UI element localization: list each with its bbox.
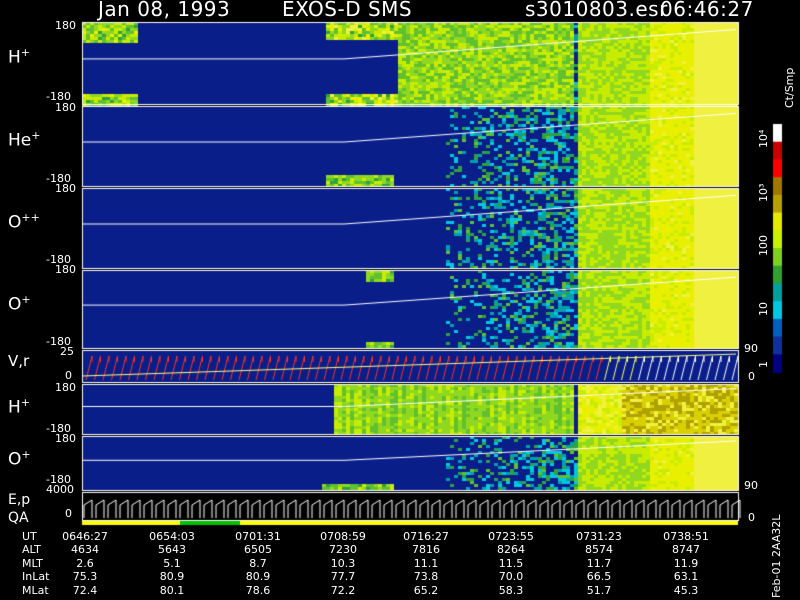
- table-cell: 8264: [497, 543, 525, 557]
- table-cell: 11.1: [413, 556, 439, 570]
- tick-ep-bottom: 0: [65, 507, 72, 520]
- table-cell: 0723:55: [488, 530, 534, 543]
- header-date: Jan 08, 1993: [98, 0, 231, 21]
- table-row: MLT 2.6 5.1 8.7 10.3 11.1 11.5 11.7 11.9: [0, 557, 760, 570]
- row-label: UT: [22, 530, 37, 543]
- table-cell: 70.0: [498, 570, 524, 584]
- table-cell: 51.7: [586, 583, 612, 597]
- table-cell: 0716:27: [403, 530, 449, 543]
- tick-heplus-top: 180: [55, 101, 76, 114]
- table-cell: 8.7: [249, 556, 267, 570]
- rtick-vr-top: 90: [744, 342, 758, 355]
- panel-label-oplus2: O+: [8, 448, 31, 470]
- table-cell: 58.3: [498, 583, 524, 597]
- rtick-vr-bottom: 0: [748, 370, 755, 383]
- tick-vr-bottom: 0: [65, 369, 72, 382]
- panel-label-vr: V,r: [8, 352, 30, 370]
- table-row: InLat 75.3 80.9 80.9 77.7 73.8 70.0 66.5 63.1: [0, 570, 760, 583]
- table-cell: 72.2: [330, 583, 356, 597]
- tick-vr-top: 25: [60, 345, 74, 358]
- table-cell: 80.1: [159, 583, 185, 597]
- table-cell: 8747: [672, 543, 700, 557]
- panel-label-oplus: O+: [8, 293, 31, 315]
- table-cell: 0701:31: [235, 530, 281, 543]
- colorbar-tick-1e4: 10⁴: [757, 129, 770, 148]
- panel-label-hplus: H+: [8, 46, 31, 68]
- tick-oplus-top: 180: [55, 263, 76, 276]
- table-cell: 7816: [412, 543, 440, 557]
- table-cell: 80.9: [159, 570, 185, 584]
- table-cell: 72.4: [72, 583, 98, 597]
- table-cell: 2.6: [76, 556, 94, 570]
- table-row: ALT 4634 5643 6505 7230 7816 8264 8574 8747: [0, 543, 760, 556]
- row-label: MLat: [22, 583, 49, 597]
- table-cell: 8574: [585, 543, 613, 557]
- table-cell: 63.1: [673, 570, 699, 584]
- table-cell: 10.3: [330, 556, 356, 570]
- colorbar-tick-10: 10: [757, 302, 770, 316]
- table-cell: 75.3: [72, 570, 98, 584]
- header-file: s3010803.esr: [525, 0, 668, 21]
- table-cell: 0708:59: [320, 530, 366, 543]
- table-row: MLat 72.4 80.1 78.6 72.2 65.2 58.3 51.7 45.3: [0, 584, 760, 597]
- colorbar-unit: Ct/Smp: [783, 67, 796, 108]
- row-label: InLat: [22, 570, 50, 584]
- table-cell: 77.7: [330, 570, 356, 584]
- spectrogram-canvas: [0, 0, 800, 600]
- colorbar-tick-100: 100: [757, 235, 770, 256]
- table-cell: 80.9: [245, 570, 271, 584]
- table-cell: 66.5: [586, 570, 612, 584]
- tick-oplus2-top: 180: [55, 432, 76, 445]
- header-time: 06:46:27: [660, 0, 754, 21]
- tick-oplusplus-top: 180: [55, 182, 76, 195]
- table-cell: 11.5: [498, 556, 524, 570]
- table-cell: 4634: [71, 543, 99, 557]
- panel-label-hplus2: H+: [8, 396, 31, 418]
- tick-hplus2-top: 180: [55, 381, 76, 394]
- table-cell: 7230: [329, 543, 357, 557]
- panel-label-oplusplus: O++: [8, 211, 40, 233]
- table-cell: 0738:51: [663, 530, 709, 543]
- table-cell: 65.2: [413, 583, 439, 597]
- colorbar-tick-1: 1: [757, 361, 770, 368]
- table-row: UT 0646:27 0654:03 0701:31 0708:59 0716:27 072…: [0, 530, 760, 543]
- table-cell: 73.8: [413, 570, 439, 584]
- header-instrument: EXOS-D SMS: [282, 0, 413, 21]
- table-cell: 6505: [244, 543, 272, 557]
- table-cell: 0731:23: [576, 530, 622, 543]
- row-label: MLT: [22, 556, 43, 570]
- table-cell: 45.3: [673, 583, 699, 597]
- table-cell: 0646:27: [62, 530, 108, 543]
- table-cell: 11.9: [673, 556, 699, 570]
- footer-id: Feb-01 2AA32L: [770, 514, 783, 598]
- colorbar-tick-1e3: 10³: [757, 183, 770, 202]
- tick-ep-top: 4000: [46, 483, 74, 496]
- panel-label-heplus: He+: [8, 129, 41, 151]
- rtick-oplus2-bottom: 90: [744, 479, 758, 492]
- rtick-ep-bottom: 0: [748, 511, 755, 524]
- table-cell: 5.1: [163, 556, 181, 570]
- table-cell: 0654:03: [149, 530, 195, 543]
- table-cell: 78.6: [245, 583, 271, 597]
- panel-label-ep: E,p: [8, 492, 31, 508]
- row-label: ALT: [22, 543, 41, 557]
- tick-hplus-top: 180: [55, 19, 76, 32]
- table-cell: 5643: [158, 543, 186, 557]
- qa-label: QA: [8, 510, 29, 526]
- table-cell: 11.7: [586, 556, 612, 570]
